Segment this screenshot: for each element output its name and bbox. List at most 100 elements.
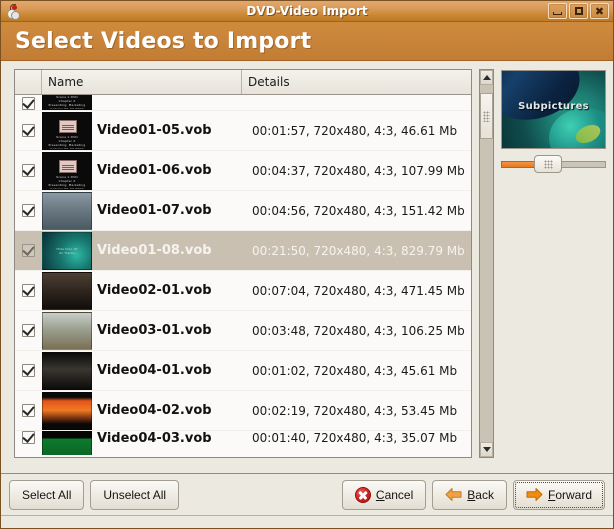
table-row[interactable]: Video01-07.vob 00:04:56, 720x480, 4:3, 15… bbox=[15, 191, 471, 231]
arrow-right-icon bbox=[526, 488, 543, 501]
row-checkbox-cell[interactable] bbox=[15, 323, 42, 337]
cancel-mnemonic: C bbox=[375, 487, 385, 502]
table-row[interactable]: THE DVD VIDEO COLLECTIONVOLUME 2 Video04-… bbox=[15, 431, 471, 455]
back-label-rest: ack bbox=[475, 487, 494, 502]
row-name: Video01-05.vob bbox=[97, 123, 212, 138]
video-thumbnail-icon: Scene 1 DVD Chapter 2 Presenting: Marketin… bbox=[42, 95, 92, 110]
video-thumbnail-icon: Hide Disc Of All Tracks bbox=[42, 231, 92, 270]
row-details: 00:04:56, 720x480, 4:3, 151.42 Mb bbox=[252, 203, 465, 218]
select-all-button[interactable]: Select All bbox=[9, 479, 85, 510]
row-checkbox[interactable] bbox=[22, 283, 35, 297]
preview-caption: Subpictures bbox=[518, 101, 589, 112]
preview-panel: Subpictures bbox=[501, 69, 606, 465]
row-details: 00:07:04, 720x480, 4:3, 471.45 Mb bbox=[252, 283, 465, 298]
row-details: 00:01:40, 720x480, 4:3, 35.07 Mb bbox=[252, 431, 458, 445]
row-name: Video04-03.vob bbox=[97, 431, 212, 446]
row-details: 00:04:37, 720x480, 4:3, 107.99 Mb bbox=[252, 163, 465, 178]
cancel-button[interactable]: Cancel bbox=[341, 479, 427, 510]
row-thumbnail-cell: Scene 1 DVD Chapter 2 Presenting: Marketin… bbox=[42, 151, 97, 190]
check-icon bbox=[22, 203, 35, 216]
row-checkbox-cell[interactable] bbox=[15, 363, 42, 377]
scroll-down-arrow-icon[interactable] bbox=[480, 442, 493, 457]
back-button[interactable]: Back bbox=[432, 479, 507, 510]
row-checkbox-cell[interactable] bbox=[15, 431, 42, 444]
column-header-details[interactable]: Details bbox=[242, 70, 471, 94]
scroll-up-arrow-icon[interactable] bbox=[480, 70, 493, 85]
cancel-icon bbox=[354, 486, 371, 503]
list-rows: Scene 1 DVD Chapter 2 Presenting: Marketin… bbox=[15, 95, 471, 457]
row-checkbox[interactable] bbox=[22, 123, 35, 137]
check-icon bbox=[22, 163, 35, 176]
window-titlebar[interactable]: DVD-Video Import ✖ bbox=[1, 1, 613, 22]
table-row[interactable]: Scene 1 DVD Chapter 2 Presenting: Marketin… bbox=[15, 95, 471, 111]
row-thumbnail-cell: THE DVD VIDEO COLLECTIONVOLUME 2 bbox=[42, 431, 97, 455]
page-header: Select Videos to Import bbox=[1, 22, 613, 61]
row-checkbox[interactable] bbox=[22, 431, 35, 444]
row-thumbnail-cell bbox=[42, 351, 97, 390]
row-checkbox[interactable] bbox=[22, 363, 35, 377]
row-thumbnail-cell bbox=[42, 391, 97, 430]
unselect-all-button[interactable]: Unselect All bbox=[90, 479, 180, 510]
row-checkbox[interactable] bbox=[22, 323, 35, 337]
scrollbar-thumb[interactable] bbox=[480, 93, 493, 139]
list-header: Name Details bbox=[15, 70, 471, 95]
dvd-disc-icon bbox=[4, 3, 22, 20]
action-bar: Select All Unselect All Cancel Back Forw… bbox=[1, 473, 613, 515]
row-checkbox[interactable] bbox=[22, 403, 35, 417]
forward-label: Forward bbox=[548, 488, 592, 502]
row-checkbox-cell[interactable] bbox=[15, 123, 42, 137]
row-checkbox[interactable] bbox=[22, 203, 35, 217]
back-label: Back bbox=[467, 488, 494, 502]
table-row[interactable]: Hide Disc Of All Tracks Video01-08.vob 00:2… bbox=[15, 231, 471, 271]
row-checkbox-cell[interactable] bbox=[15, 163, 42, 177]
table-row[interactable]: Scene 1 DVD Chapter 2 Presenting: Marketin… bbox=[15, 151, 471, 191]
check-icon bbox=[22, 243, 35, 256]
row-checkbox-cell[interactable] bbox=[15, 403, 42, 417]
row-name: Video04-02.vob bbox=[97, 403, 212, 418]
page-title: Select Videos to Import bbox=[15, 28, 312, 54]
table-row[interactable]: Video02-01.vob 00:07:04, 720x480, 4:3, 47… bbox=[15, 271, 471, 311]
check-icon bbox=[22, 96, 35, 109]
video-list: Name Details Scene 1 DVD Chapter 2 Present… bbox=[14, 69, 472, 458]
video-thumbnail-icon: Scene 1 DVD Chapter 2 Presenting: Marketin… bbox=[42, 151, 92, 190]
row-thumbnail-cell bbox=[42, 191, 97, 230]
slider-handle[interactable] bbox=[534, 155, 563, 173]
check-icon bbox=[22, 363, 35, 376]
row-thumbnail-cell bbox=[42, 311, 97, 350]
row-checkbox-cell[interactable] bbox=[15, 203, 42, 217]
preview-position-slider[interactable] bbox=[501, 155, 606, 173]
cancel-label-rest: ancel bbox=[384, 487, 414, 502]
row-checkbox[interactable] bbox=[22, 163, 35, 177]
row-checkbox[interactable] bbox=[22, 243, 35, 257]
video-thumbnail-icon bbox=[42, 351, 92, 390]
row-name: Video03-01.vob bbox=[97, 323, 212, 338]
table-row[interactable]: Video03-01.vob 00:03:48, 720x480, 4:3, 10… bbox=[15, 311, 471, 351]
table-row[interactable]: Video04-02.vob 00:02:19, 720x480, 4:3, 53… bbox=[15, 391, 471, 431]
close-icon[interactable]: ✖ bbox=[590, 3, 609, 19]
column-header-name[interactable]: Name bbox=[42, 70, 242, 94]
window-controls: ✖ bbox=[548, 3, 611, 19]
row-thumbnail-cell: Hide Disc Of All Tracks bbox=[42, 231, 97, 270]
preview-thumbnail: Subpictures bbox=[501, 70, 606, 149]
scrollbar-track[interactable] bbox=[480, 85, 493, 442]
row-thumbnail-cell: Scene 1 DVD Chapter 2 Presenting: Marketin… bbox=[42, 95, 97, 110]
minimize-icon[interactable] bbox=[548, 3, 567, 19]
row-checkbox-cell[interactable] bbox=[15, 283, 42, 297]
forward-button[interactable]: Forward bbox=[512, 479, 605, 510]
table-row[interactable]: Scene 1 DVD Chapter 2 Presenting: Marketin… bbox=[15, 111, 471, 151]
dvd-video-import-window: DVD-Video Import ✖ Select Videos to Impo… bbox=[0, 0, 614, 529]
main-content: Name Details Scene 1 DVD Chapter 2 Present… bbox=[1, 61, 613, 473]
window-title: DVD-Video Import bbox=[246, 3, 368, 18]
column-header-check[interactable] bbox=[15, 70, 42, 94]
forward-label-rest: orward bbox=[555, 487, 592, 502]
row-checkbox-cell[interactable] bbox=[15, 96, 42, 110]
cancel-label: Cancel bbox=[376, 488, 413, 502]
maximize-icon[interactable] bbox=[569, 3, 588, 19]
row-checkbox-cell[interactable] bbox=[15, 243, 42, 257]
row-name: Video01-07.vob bbox=[97, 203, 212, 218]
row-details: 00:01:57, 720x480, 4:3, 46.61 Mb bbox=[252, 123, 458, 138]
table-row[interactable]: Video04-01.vob 00:01:02, 720x480, 4:3, 45… bbox=[15, 351, 471, 391]
list-vertical-scrollbar[interactable] bbox=[479, 69, 494, 458]
row-checkbox[interactable] bbox=[22, 96, 35, 110]
video-thumbnail-icon bbox=[42, 311, 92, 350]
